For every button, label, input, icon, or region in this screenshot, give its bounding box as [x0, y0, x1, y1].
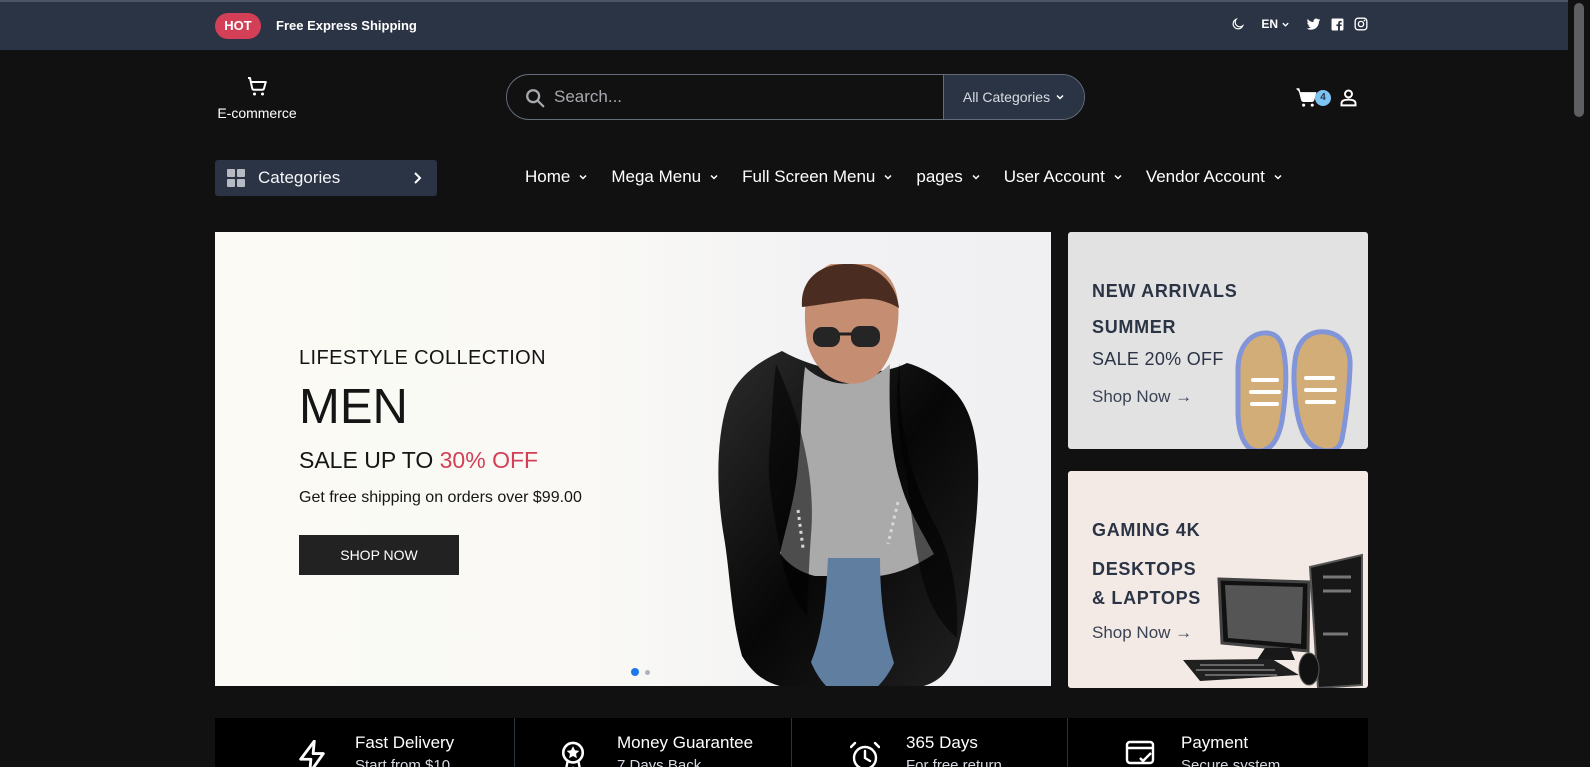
site-logo[interactable]: E-commerce — [215, 74, 299, 121]
language-label: EN — [1261, 17, 1278, 31]
chevron-down-icon — [1282, 22, 1289, 27]
chevron-down-icon — [884, 174, 892, 180]
shipping-announcement: Free Express Shipping — [276, 18, 417, 33]
search-icon — [526, 89, 545, 108]
service-subtitle: For free return — [906, 757, 1002, 767]
nav-item-full-screen-menu[interactable]: Full Screen Menu — [742, 167, 893, 187]
hot-badge: HOT — [215, 13, 261, 39]
grid-icon — [227, 169, 245, 187]
service-subtitle: Secure system — [1181, 757, 1281, 767]
gaming-desktops-promo[interactable]: GAMING 4K DESKTOPS & LAPTOPS Shop Now → — [1068, 471, 1368, 688]
service-card: Money Guarantee 7 Days Back — [515, 718, 792, 767]
vertical-scrollbar[interactable] — [1568, 0, 1590, 767]
nav-item-pages[interactable]: pages — [916, 167, 980, 187]
promo-title: GAMING 4K — [1092, 520, 1201, 540]
carousel-indicators — [631, 668, 650, 676]
moon-icon[interactable] — [1231, 17, 1245, 31]
search-input[interactable] — [554, 75, 934, 119]
chevron-down-icon — [710, 174, 718, 180]
carousel-dot[interactable] — [645, 670, 650, 675]
service-title: 365 Days — [906, 733, 978, 752]
main-navigation: Home Mega Menu Full Screen Menu pages Us… — [525, 167, 1283, 187]
chevron-down-icon — [579, 174, 587, 180]
nav-item-mega-menu[interactable]: Mega Menu — [611, 167, 719, 187]
shop-now-button[interactable]: SHOP NOW — [299, 535, 459, 575]
service-title: Payment — [1181, 733, 1249, 752]
language-selector[interactable]: EN — [1261, 17, 1290, 31]
nav-label: Vendor Account — [1145, 167, 1265, 186]
categories-label: Categories — [258, 168, 341, 187]
nav-label: Mega Menu — [611, 167, 702, 186]
search-category-select[interactable]: All Categories — [943, 75, 1084, 119]
chevron-right-icon — [414, 172, 422, 184]
service-card: Payment Secure system — [1068, 718, 1368, 767]
user-icon[interactable] — [1338, 87, 1359, 108]
hero-banner: LIFESTYLE COLLECTION MEN SALE UP TO 30% … — [215, 232, 1051, 686]
categories-button[interactable]: Categories — [215, 160, 437, 196]
service-title: Fast Delivery — [355, 733, 455, 752]
shipping-offer: Get free shipping on orders over $99.00 — [299, 489, 582, 506]
sale-highlight: 30% OFF — [439, 447, 539, 473]
service-subtitle: 7 Days Back — [617, 757, 702, 767]
scrollbar-thumb[interactable] — [1574, 3, 1584, 117]
summer-sale-promo[interactable]: NEW ARRIVALS SUMMER SALE 20% OFF Shop No… — [1068, 232, 1368, 449]
search-category-label: All Categories — [962, 89, 1051, 105]
instagram-icon[interactable] — [1354, 17, 1368, 31]
promo-subtitle: SALE 20% OFF — [1092, 349, 1224, 369]
cart-count-badge: 4 — [1315, 90, 1331, 106]
service-subtitle: Start from $10 — [355, 757, 451, 767]
nav-item-home[interactable]: Home — [525, 167, 588, 187]
alarm-clock-icon — [850, 741, 880, 767]
search-bar: All Categories — [506, 74, 1085, 120]
top-announcement-bar: HOT Free Express Shipping EN — [0, 0, 1590, 50]
shopping-cart-icon — [248, 77, 267, 96]
credit-card-icon — [1125, 740, 1155, 765]
nav-label: Home — [525, 167, 571, 186]
chevron-down-icon — [1274, 174, 1282, 180]
nav-label: User Account — [1003, 167, 1105, 186]
lightning-icon — [299, 740, 325, 767]
award-icon — [561, 741, 585, 767]
service-title: Money Guarantee — [617, 733, 754, 752]
top-utility-icons: EN — [1231, 17, 1368, 31]
nav-label: Full Screen Menu — [742, 167, 876, 186]
logo-label: E-commerce — [217, 105, 297, 121]
chevron-down-icon — [1056, 94, 1064, 100]
nav-label: pages — [916, 167, 963, 186]
desktop-computer-image — [1183, 553, 1363, 688]
men-fashion-model-image — [718, 264, 979, 686]
promo-title: SUMMER — [1092, 317, 1177, 337]
services-strip: Fast Delivery Start from $10 Money Guara… — [215, 718, 1368, 767]
service-card: Fast Delivery Start from $10 — [215, 718, 515, 767]
header-actions: 4 — [1294, 86, 1360, 110]
chevron-down-icon — [972, 174, 980, 180]
twitter-icon[interactable] — [1306, 18, 1321, 31]
hero-title: MEN — [299, 380, 408, 434]
shop-now-link[interactable]: Shop Now → — [1092, 387, 1192, 407]
nav-item-vendor-account[interactable]: Vendor Account — [1146, 167, 1283, 187]
promo-title: NEW ARRIVALS — [1092, 281, 1238, 301]
service-card: 365 Days For free return — [792, 718, 1068, 767]
sneakers-image — [1235, 329, 1353, 449]
hero-sale: SALE UP TO 30% OFF — [299, 447, 582, 474]
hero-copy: LIFESTYLE COLLECTION MEN SALE UP TO 30% … — [299, 347, 582, 507]
chevron-down-icon — [1114, 174, 1122, 180]
carousel-dot-active[interactable] — [631, 668, 639, 676]
facebook-icon[interactable] — [1331, 18, 1344, 31]
nav-item-user-account[interactable]: User Account — [1004, 167, 1123, 187]
hero-eyebrow: LIFESTYLE COLLECTION — [299, 347, 546, 369]
sale-prefix: SALE UP TO — [299, 447, 434, 473]
